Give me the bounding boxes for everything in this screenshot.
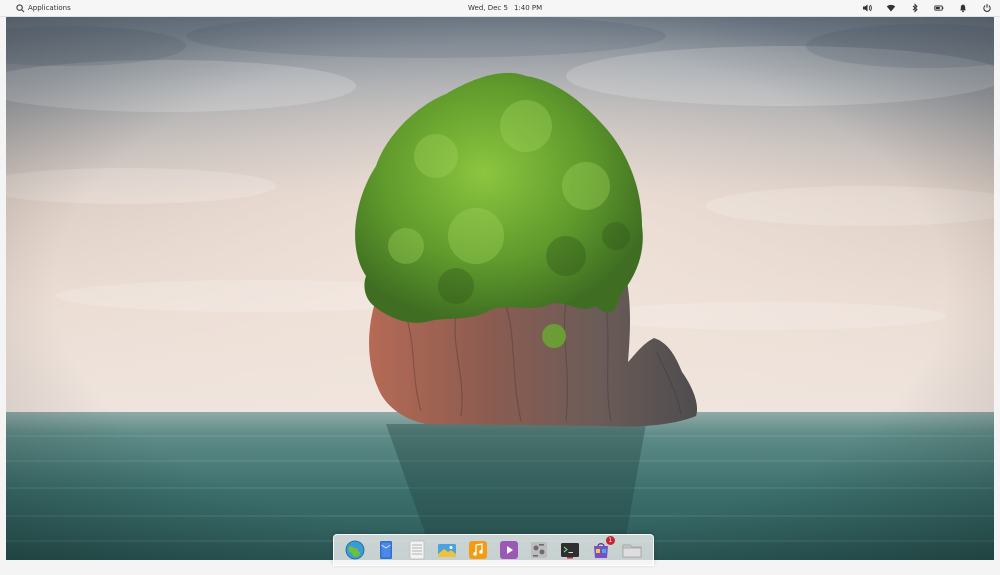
dock: 1 (333, 534, 654, 566)
dock-item-files[interactable] (621, 539, 643, 561)
terminal-icon (561, 543, 580, 559)
datetime-indicator[interactable]: Wed, Dec 5 1:40 PM (468, 0, 542, 16)
applications-label: Applications (28, 4, 71, 12)
wifi-icon[interactable] (886, 3, 896, 13)
dock-item-music[interactable] (467, 539, 489, 561)
calendar-icon (409, 540, 425, 560)
settings-icon (531, 542, 548, 558)
dock-item-mail[interactable] (375, 539, 397, 561)
volume-icon[interactable] (862, 3, 872, 13)
top-panel: Applications Wed, Dec 5 1:40 PM (0, 0, 1000, 17)
system-indicators (862, 0, 992, 16)
mail-icon (380, 541, 393, 559)
dock-item-settings[interactable] (528, 539, 550, 561)
dock-item-app-center[interactable]: 1 (590, 536, 615, 561)
desktop-screen: Applications Wed, Dec 5 1:40 PM 1 (0, 0, 1000, 575)
dock-item-terminal[interactable] (559, 539, 581, 561)
time-text: 1:40 PM (513, 4, 543, 12)
date-text: Wed, Dec 5 (468, 4, 508, 12)
video-icon (499, 541, 518, 559)
photos-icon (438, 544, 457, 557)
search-icon (16, 3, 25, 13)
power-icon[interactable] (982, 3, 992, 13)
desktop-wallpaper (6, 16, 994, 560)
bluetooth-icon[interactable] (910, 3, 920, 13)
wallpaper-image (6, 16, 994, 560)
applications-menu-button[interactable]: Applications (16, 0, 71, 16)
globe-icon (345, 540, 365, 560)
app-center-update-badge: 1 (605, 536, 615, 545)
files-icon (622, 544, 641, 558)
dock-item-web-browser[interactable] (344, 539, 366, 561)
dock-item-videos[interactable] (498, 539, 520, 561)
music-icon (469, 541, 488, 559)
dock-item-calendar[interactable] (406, 539, 428, 561)
battery-icon[interactable] (934, 3, 944, 13)
dock-item-photos[interactable] (436, 539, 458, 561)
notifications-icon[interactable] (958, 3, 968, 13)
